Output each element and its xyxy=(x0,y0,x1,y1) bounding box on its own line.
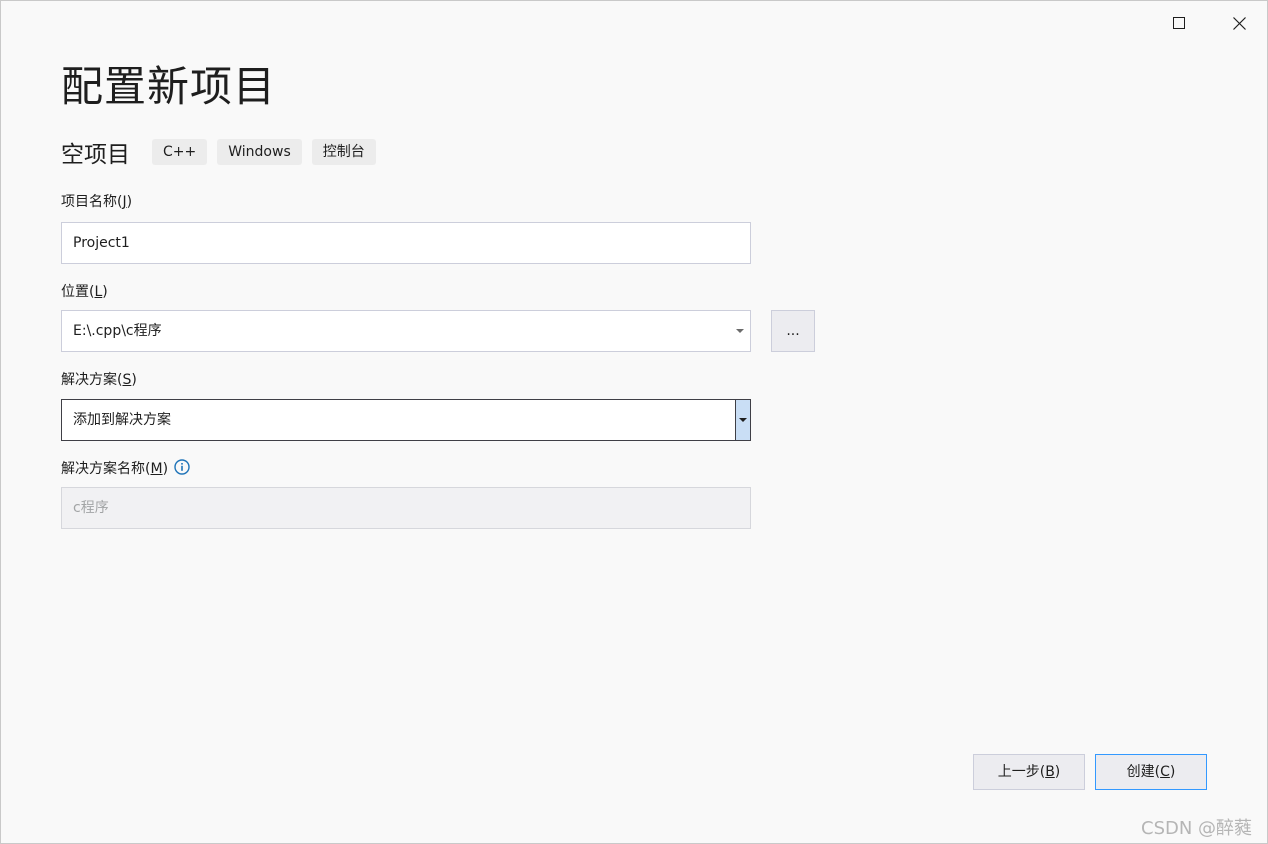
create-button[interactable]: 创建(C) xyxy=(1095,754,1207,790)
dropdown-button[interactable] xyxy=(735,400,750,440)
tag-project-type: 控制台 xyxy=(311,139,376,165)
solution-name-label: 解决方案名称(M) xyxy=(61,458,190,479)
maximize-button[interactable] xyxy=(1159,9,1199,37)
project-name-label: 项目名称(J) xyxy=(61,194,133,210)
tag-platform: Windows xyxy=(217,139,302,165)
maximize-icon xyxy=(1173,17,1185,29)
solution-name-input: c程序 xyxy=(61,487,751,529)
solution-dropdown[interactable]: 添加到解决方案 xyxy=(61,399,751,441)
solution-value: 添加到解决方案 xyxy=(73,412,171,428)
project-name-input[interactable]: Project1 xyxy=(61,222,751,264)
solution-label: 解决方案(S) xyxy=(61,372,137,388)
info-icon[interactable] xyxy=(174,459,190,479)
close-button[interactable] xyxy=(1219,9,1259,37)
close-icon xyxy=(1232,16,1246,30)
dialog-window: 配置新项目 空项目 C++ Windows 控制台 项目名称(J) Projec… xyxy=(0,0,1268,844)
project-name-value: Project1 xyxy=(73,235,130,251)
browse-button[interactable]: ... xyxy=(771,310,815,352)
watermark: CSDN @醉蕤 xyxy=(1141,818,1253,839)
tag-language: C++ xyxy=(152,139,208,165)
chevron-down-icon[interactable] xyxy=(736,311,744,351)
back-button[interactable]: 上一步(B) xyxy=(973,754,1085,790)
location-value: E:\.cpp\c程序 xyxy=(73,323,162,339)
template-info: 空项目 C++ Windows 控制台 xyxy=(61,135,386,169)
template-name: 空项目 xyxy=(61,142,130,168)
page-title: 配置新项目 xyxy=(61,62,277,111)
location-label: 位置(L) xyxy=(61,284,108,300)
location-combobox[interactable]: E:\.cpp\c程序 xyxy=(61,310,751,352)
solution-name-value: c程序 xyxy=(73,500,109,516)
chevron-down-icon xyxy=(739,418,747,422)
